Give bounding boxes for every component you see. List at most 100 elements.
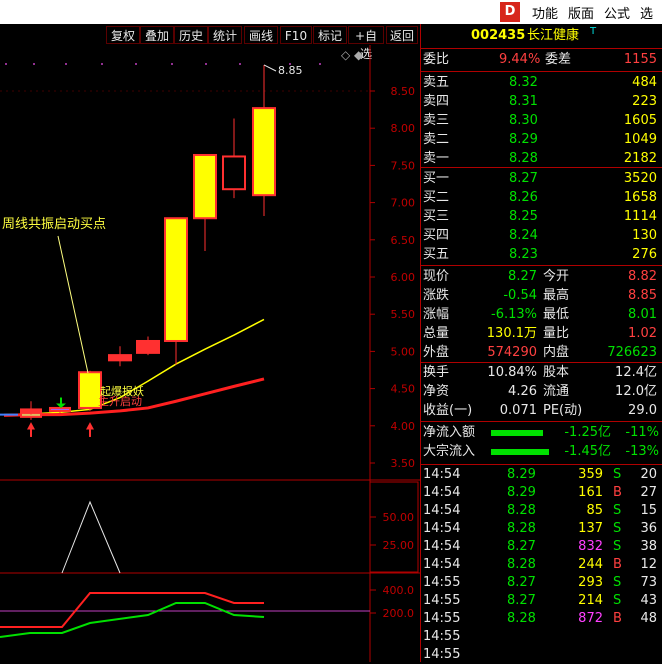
level-volume: 130: [632, 228, 657, 243]
buy-level-row: 买五 8.23 276: [421, 246, 662, 264]
history-button[interactable]: 历史: [174, 26, 208, 44]
stat-value: 29.0: [628, 403, 657, 418]
stat-label: 最高: [543, 288, 570, 303]
tick-time: 14:54: [423, 503, 461, 518]
level-label: 卖三: [423, 113, 450, 128]
stat-value: 0.071: [499, 403, 537, 418]
level-label: 卖五: [423, 75, 450, 90]
level-price: 8.29: [509, 132, 538, 147]
level-volume: 1605: [623, 113, 657, 128]
y-tick-label: 6.00: [391, 271, 416, 284]
stat-label: 涨跌: [423, 288, 450, 303]
tick-price: 8.27: [507, 593, 536, 608]
stock-name: 长江健康: [527, 28, 580, 43]
back-button[interactable]: 返回: [386, 26, 418, 44]
top-menu-bar: D 功能 版面 公式 选项: [0, 0, 662, 41]
up-arrow-icon: [86, 422, 94, 430]
tick-direction: B: [613, 557, 622, 572]
candle: [164, 217, 188, 365]
y-tick-label: 4.00: [391, 420, 416, 433]
candle: [108, 346, 132, 367]
draw-line-button[interactable]: 画线: [244, 26, 278, 44]
marker-dot: [135, 63, 137, 65]
overlay-button[interactable]: 叠加: [140, 26, 174, 44]
tick-count: 48: [640, 611, 657, 626]
tick-time: 14:55: [423, 629, 461, 644]
annotation-pointer: [57, 235, 89, 374]
tick-volume: 85: [586, 503, 603, 518]
tick-row: 14:54 8.28 244 B 12: [421, 556, 662, 574]
tick-volume: 293: [578, 575, 603, 590]
tick-count: 38: [640, 539, 657, 554]
tick-price: 8.29: [507, 467, 536, 482]
fundamental-row: 收益(一) 0.071 PE(动) 29.0: [421, 402, 662, 420]
level-price: 8.30: [509, 113, 538, 128]
stat-value: -6.13%: [491, 307, 537, 322]
tick-price: 8.28: [507, 503, 536, 518]
stat-label: 总量: [423, 326, 450, 341]
restore-rights-button[interactable]: 复权: [106, 26, 140, 44]
candle: [222, 118, 246, 199]
add-watchlist-button[interactable]: +自选: [348, 26, 384, 61]
tick-count: 15: [640, 503, 657, 518]
level-volume: 223: [632, 94, 657, 109]
level-label: 买二: [423, 190, 450, 205]
high-price-label: 8.85: [278, 64, 303, 77]
weibi-row: 委比 9.44% 委差 1155: [423, 52, 657, 67]
flow-value: -1.25亿: [564, 425, 611, 440]
tick-price: 8.28: [507, 521, 536, 536]
tick-time: 14:54: [423, 539, 461, 554]
buy-level-row: 买三 8.25 1114: [421, 208, 662, 226]
stat-label: 最低: [543, 307, 570, 322]
f10-button[interactable]: F10: [280, 26, 312, 44]
tick-count: 12: [640, 557, 657, 572]
stat-value: -0.54: [503, 288, 537, 303]
level-label: 卖四: [423, 94, 450, 109]
diamond-filled-icon: ◆: [354, 48, 364, 62]
tick-price: 8.29: [507, 485, 536, 500]
diamond-icon: ◇: [341, 48, 351, 62]
level-price: 8.23: [509, 247, 538, 262]
stat-value: 10.84%: [487, 365, 537, 380]
app-logo-icon[interactable]: D: [500, 2, 520, 22]
tick-direction: S: [613, 575, 622, 590]
stat-label: 流通: [543, 384, 570, 399]
candle: [136, 336, 160, 356]
stat-label: 内盘: [543, 345, 570, 360]
stat-value: 1.02: [628, 326, 657, 341]
menu-function[interactable]: 功能: [532, 3, 558, 22]
tick-direction: S: [613, 521, 622, 536]
stat-value: 8.85: [628, 288, 657, 303]
weicha-value: 1155: [623, 52, 657, 67]
level-label: 买四: [423, 228, 450, 243]
statistics-button[interactable]: 统计: [208, 26, 242, 44]
price-grid: ◇ ◆: [0, 48, 368, 92]
level-volume: 484: [632, 75, 657, 90]
tick-volume: 214: [578, 593, 603, 608]
stat-label: 股本: [543, 365, 570, 380]
stock-header: 002435 长江健康 T: [421, 26, 662, 45]
level-volume: 2182: [623, 151, 657, 166]
stat-label: 今开: [543, 269, 570, 284]
candle: [252, 64, 276, 216]
tick-count: 36: [640, 521, 657, 536]
mark-button[interactable]: 标记: [313, 26, 347, 44]
tick-row: 14:54 8.29 161 B 27: [421, 484, 662, 502]
tick-row: 14:54 8.29 359 S 20: [421, 466, 662, 484]
level-price: 8.26: [509, 190, 538, 205]
ind1-axis-box: [369, 481, 419, 573]
tick-row: 14:55 8.28 872 B 48: [421, 610, 662, 628]
level-volume: 276: [632, 247, 657, 262]
menu-layout[interactable]: 版面: [568, 3, 594, 22]
menu-formula[interactable]: 公式: [604, 3, 630, 22]
candle: [20, 407, 42, 415]
tick-time: 14:54: [423, 557, 461, 572]
kline-chart[interactable]: ◇ ◆ 8.50 8.00 7.50 7.00 6.50 6.00 5.50 5.00 4.50 4…: [0, 45, 420, 662]
y-tick-label: 3.50: [391, 457, 416, 470]
high-pointer: [263, 64, 277, 72]
tick-volume: 832: [578, 539, 603, 554]
flow-bar: [491, 449, 549, 455]
tick-direction: S: [613, 503, 622, 518]
ind2-green-line: [0, 602, 265, 638]
y-tick-label: 7.00: [391, 197, 416, 210]
